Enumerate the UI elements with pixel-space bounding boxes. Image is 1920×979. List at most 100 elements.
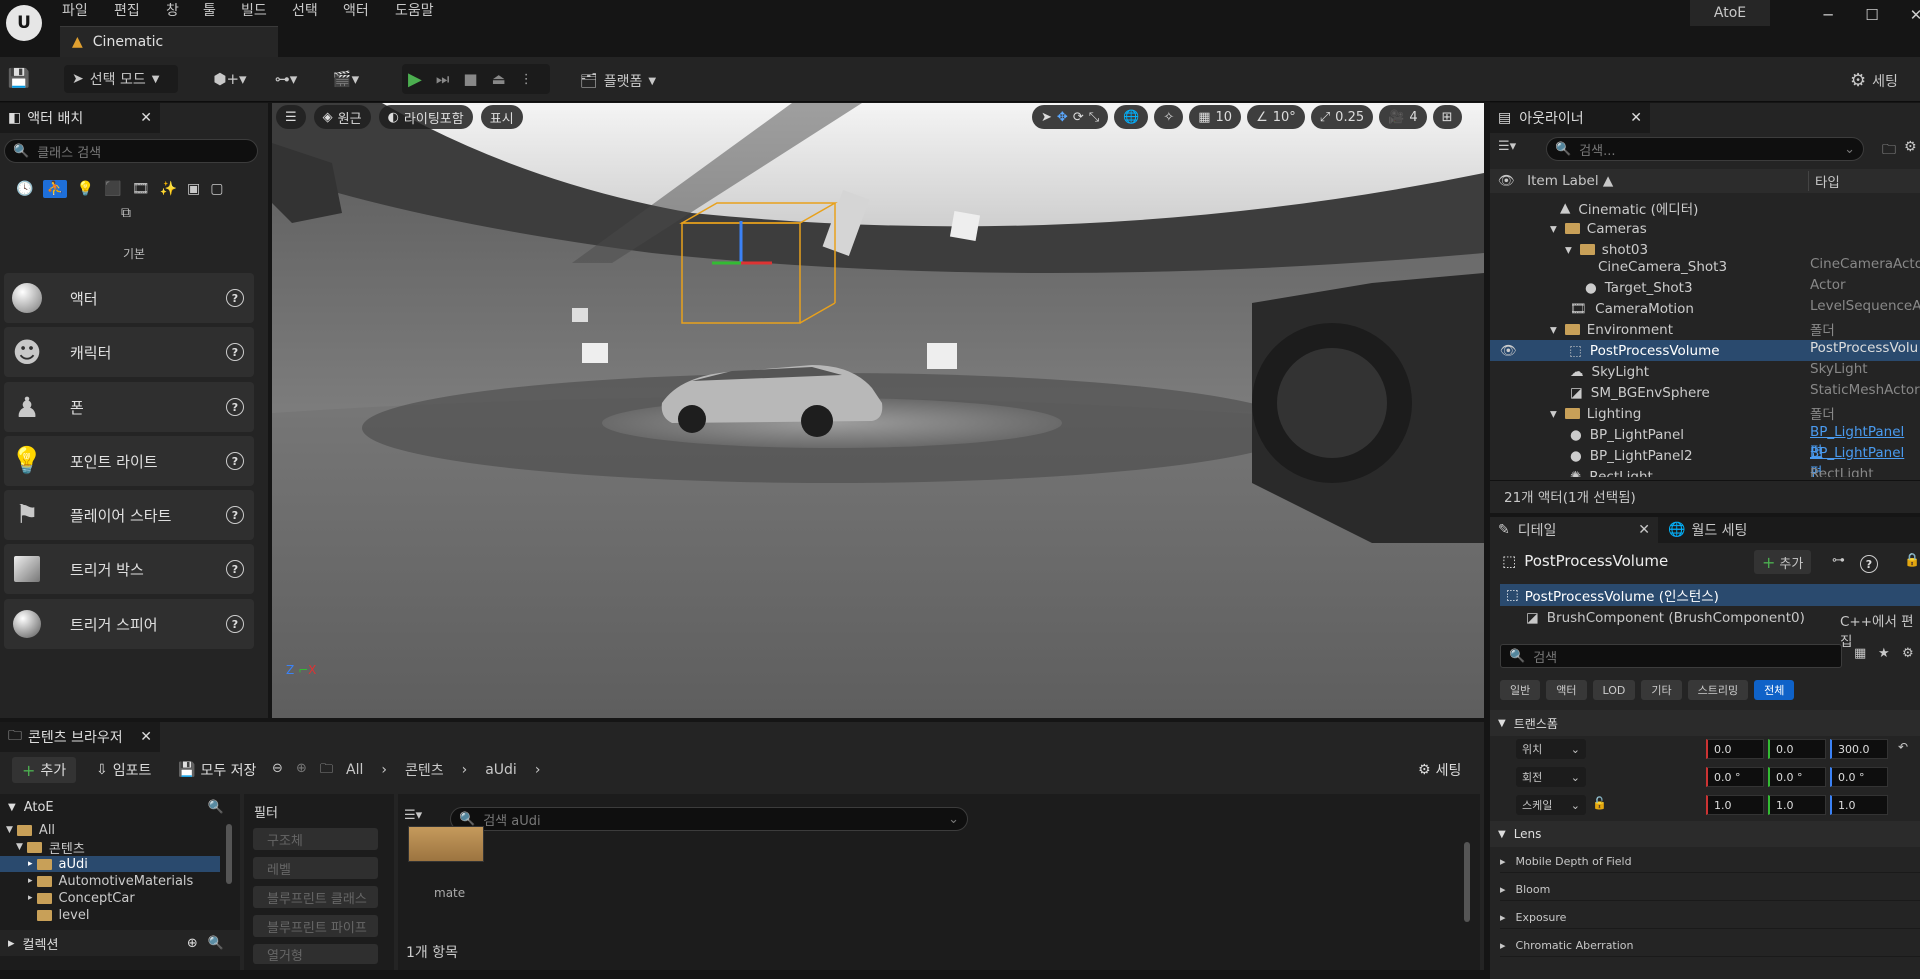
- outliner-row[interactable]: 🎞 CameraMotion: [1570, 298, 1694, 319]
- close-tab-icon[interactable]: ✕: [1630, 110, 1642, 126]
- outliner-row[interactable]: ● BP_LightPanel2: [1570, 445, 1693, 466]
- collections-header[interactable]: ▸ 컬렉션 ⊕ 🔍: [0, 930, 240, 956]
- place-actors-tab[interactable]: ◧ 액터 배치 ✕: [0, 103, 160, 133]
- star-icon[interactable]: ★: [1878, 646, 1890, 661]
- lights-icon[interactable]: 💡: [77, 181, 94, 197]
- lens-item[interactable]: ▸ Chromatic Aberration: [1500, 935, 1920, 957]
- location-x-field[interactable]: 0.0: [1706, 739, 1764, 759]
- cpp-edit-link[interactable]: C++에서 편집: [1840, 610, 1920, 650]
- filter-item[interactable]: 열거형: [253, 944, 378, 964]
- cinematic-icon[interactable]: 🎞: [132, 181, 150, 197]
- actor-item[interactable]: 💡 포인트 라이트 ?: [4, 436, 254, 486]
- blueprint-icon[interactable]: ⊶▾: [266, 69, 306, 89]
- breadcrumb-all[interactable]: All: [346, 762, 363, 778]
- scale-z-field[interactable]: 1.0: [1830, 795, 1888, 815]
- recent-icon[interactable]: 🕓: [16, 181, 33, 197]
- settings-button[interactable]: ⚙ 세팅: [1850, 70, 1898, 91]
- chevron-right-icon[interactable]: ›: [462, 762, 468, 778]
- menu-tools[interactable]: 툴: [203, 0, 216, 20]
- menu-help[interactable]: 도움말: [395, 0, 434, 20]
- rotation-dropdown[interactable]: 회전 ⌄: [1516, 767, 1586, 787]
- outliner-row[interactable]: ◪ SM_BGEnvSphere: [1570, 382, 1710, 403]
- all-classes-icon[interactable]: ▢: [210, 181, 223, 197]
- actor-item[interactable]: ☻ 캐릭터 ?: [4, 327, 254, 377]
- world-local-toggle[interactable]: 🌐: [1114, 105, 1149, 129]
- gear-icon[interactable]: ⚙: [1902, 646, 1914, 661]
- scale-x-field[interactable]: 1.0: [1706, 795, 1764, 815]
- view-mode-button[interactable]: ◐ 라이팅포함: [378, 105, 473, 129]
- help-icon[interactable]: ?: [226, 560, 244, 578]
- select-arrow-icon[interactable]: ➤: [1041, 110, 1052, 125]
- lens-item[interactable]: ▸ Mobile Depth of Field: [1500, 851, 1920, 873]
- close-tab-icon[interactable]: ✕: [140, 110, 152, 126]
- item-label-column[interactable]: Item Label ▲: [1527, 173, 1613, 189]
- filter-chip-actor[interactable]: 액터: [1546, 680, 1587, 700]
- stop-icon[interactable]: ■: [463, 70, 477, 88]
- tab-level-cinematic[interactable]: ▲ Cinematic: [60, 26, 278, 57]
- content-browser-tab[interactable]: 🗀 콘텐츠 브라우저 ✕: [0, 722, 160, 752]
- level-viewport[interactable]: ☰ ◈ 원근 ◐ 라이팅포함 표시 ➤ ✥ ⟳ ⤡ 🌐 ✧ ▦ 10 ∠ 10° ⤢ 0.…: [272, 103, 1484, 718]
- search-icon[interactable]: 🔍: [208, 800, 224, 815]
- world-settings-tab[interactable]: 🌐 월드 세팅: [1658, 520, 1747, 540]
- unreal-logo-icon[interactable]: U: [6, 5, 42, 41]
- help-icon[interactable]: ?: [226, 615, 244, 633]
- breadcrumb-audi[interactable]: aUdi: [485, 762, 517, 778]
- asset-thumbnail[interactable]: [408, 826, 484, 862]
- gear-icon[interactable]: ⚙: [1904, 139, 1917, 155]
- rotation-x-field[interactable]: 0.0 °: [1706, 767, 1764, 787]
- add-collection-icon[interactable]: ⊕: [187, 936, 198, 951]
- location-dropdown[interactable]: 위치 ⌄: [1516, 739, 1586, 759]
- help-icon[interactable]: ?: [226, 452, 244, 470]
- step-icon[interactable]: ⏭: [436, 70, 450, 88]
- asset-label[interactable]: mate: [434, 886, 465, 900]
- asset-filter-icon[interactable]: ☰▾: [404, 808, 422, 823]
- save-all-button[interactable]: 💾 모두 저장: [178, 757, 256, 783]
- asset-scrollbar[interactable]: [1464, 842, 1470, 922]
- details-tab[interactable]: ✎ 디테일 ✕: [1490, 517, 1658, 543]
- import-button[interactable]: ⇩ 임포트: [96, 757, 151, 783]
- asset-search-input[interactable]: 🔍 검색 aUdi ⌄: [450, 807, 968, 831]
- tree-item-selected[interactable]: ▸ aUdi: [0, 856, 220, 872]
- breadcrumb-content[interactable]: 콘텐츠: [405, 760, 444, 780]
- outliner-search-input[interactable]: 🔍 검색... ⌄: [1546, 137, 1864, 161]
- surface-snap-toggle[interactable]: ✧: [1154, 105, 1184, 129]
- lock-icon[interactable]: 🔒: [1904, 553, 1920, 568]
- chevron-right-icon[interactable]: ›: [381, 762, 387, 778]
- minimize-icon[interactable]: ─: [1806, 0, 1850, 30]
- add-button[interactable]: + 추가: [12, 757, 77, 783]
- sources-header[interactable]: ▼ AtoE 🔍: [0, 794, 240, 820]
- help-icon[interactable]: ?: [226, 506, 244, 524]
- outliner-row[interactable]: ● Target_Shot3: [1585, 277, 1693, 298]
- outliner-row[interactable]: ▾ Cameras: [1550, 218, 1647, 239]
- help-icon[interactable]: ?: [226, 289, 244, 307]
- menu-edit[interactable]: 편집: [114, 0, 140, 20]
- forward-icon[interactable]: ⊕: [296, 761, 307, 776]
- outliner-filter[interactable]: ☰▾: [1498, 139, 1516, 154]
- chevron-right-icon[interactable]: ›: [535, 762, 541, 778]
- translate-icon[interactable]: ✥: [1057, 110, 1068, 125]
- filter-item[interactable]: 레벨: [253, 857, 378, 879]
- tree-item[interactable]: ▸ AutomotiveMaterials: [28, 873, 193, 889]
- visual-effects-icon[interactable]: ✨: [160, 181, 177, 197]
- filter-item[interactable]: 블루프린트 클래스: [253, 886, 378, 908]
- filter-chip-general[interactable]: 일반: [1500, 680, 1541, 700]
- search-icon[interactable]: 🔍: [208, 936, 224, 951]
- back-icon[interactable]: ⊖: [272, 761, 283, 776]
- transform-section-header[interactable]: ▼ 트랜스폼: [1490, 710, 1920, 736]
- actor-item[interactable]: ♟ 폰 ?: [4, 382, 254, 432]
- add-content-icon[interactable]: ⬢+▾: [210, 69, 250, 89]
- actor-item[interactable]: ⚑ 플레이어 스타트 ?: [4, 490, 254, 540]
- close-tab-icon[interactable]: ✕: [140, 729, 152, 745]
- tree-item[interactable]: ▼ All: [6, 822, 55, 838]
- actor-item[interactable]: 액터 ?: [4, 273, 254, 323]
- visibility-icon[interactable]: 👁: [1500, 343, 1517, 359]
- add-component-button[interactable]: + 추가: [1754, 550, 1812, 574]
- show-button[interactable]: 표시: [480, 105, 523, 129]
- basic-category-icon[interactable]: ⛹: [43, 180, 67, 198]
- details-search-input[interactable]: 🔍 검색: [1500, 644, 1842, 668]
- rotation-z-field[interactable]: 0.0 °: [1830, 767, 1888, 787]
- filter-chip-all[interactable]: 전체: [1754, 680, 1795, 700]
- play-icon[interactable]: ▶: [408, 69, 422, 90]
- blueprint-icon[interactable]: ⊶: [1832, 553, 1845, 568]
- help-icon[interactable]: ?: [226, 398, 244, 416]
